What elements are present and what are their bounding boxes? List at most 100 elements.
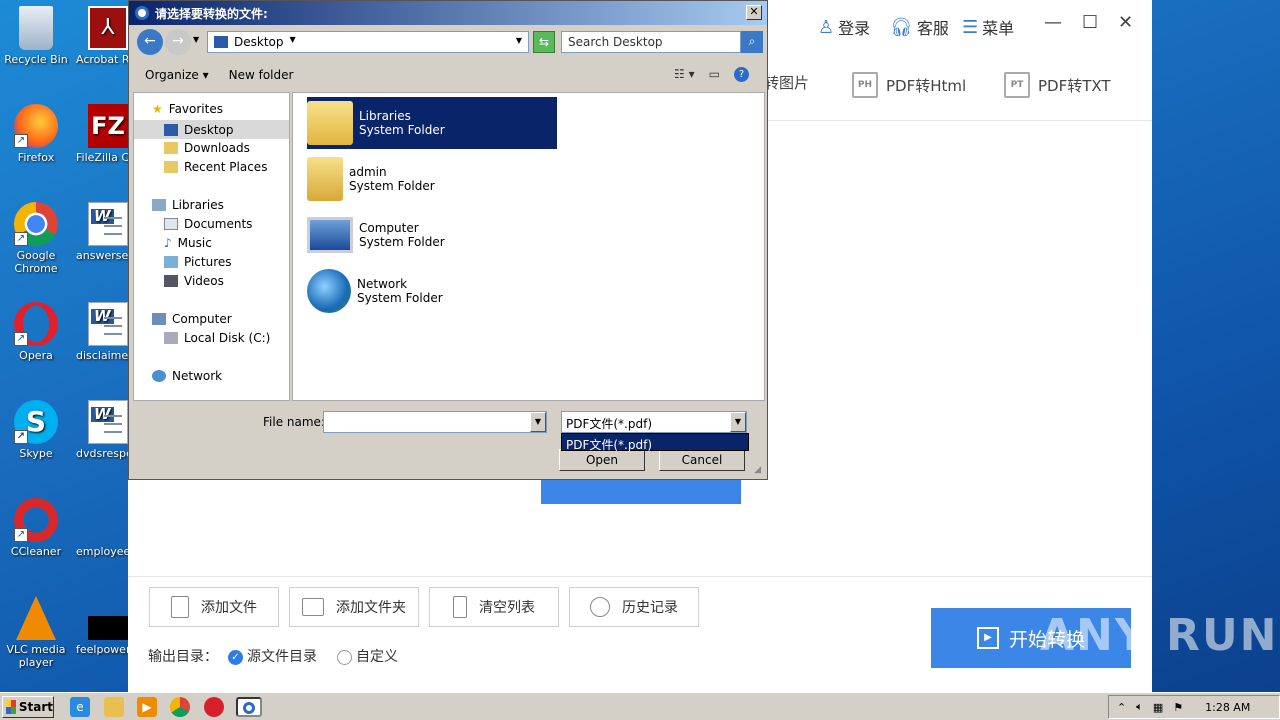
desktop-icon-feelpower[interactable]: feelpower	[76, 592, 136, 656]
tool-to-image[interactable]: 转图片	[764, 72, 809, 93]
desktop-icon-recycle-bin[interactable]: Recycle Bin	[0, 2, 72, 66]
nav-downloads[interactable]: Downloads	[164, 141, 250, 155]
breadcrumb-arrow-icon: ▼	[289, 35, 296, 44]
output-label: 输出目录：	[148, 649, 218, 665]
help-icon[interactable]: ?	[734, 67, 749, 82]
output-source-option[interactable]: ✓ 源文件目录	[228, 646, 317, 666]
desktop-icon-firefox[interactable]: ↗ Firefox	[0, 100, 72, 164]
nav-favorites[interactable]: ★ Favorites	[152, 102, 223, 116]
desktop-icon-label: Acrobat Reader DC	[76, 53, 136, 66]
file-type-dropdown-icon[interactable]: ▼	[730, 412, 746, 432]
clock[interactable]: 1:28 AM	[1205, 701, 1250, 714]
desktop-icon-chrome[interactable]: ↗ Google Chrome	[0, 198, 72, 275]
close-button[interactable]: ✕	[1118, 12, 1133, 33]
tool-pdf-to-html[interactable]: PH PDF转Html	[852, 72, 966, 98]
converter-taskbar-icon[interactable]	[236, 697, 262, 717]
ie-icon[interactable]: e	[70, 697, 90, 717]
add-file-button[interactable]: 添加文件	[149, 587, 279, 627]
preview-pane-icon[interactable]: ▭	[709, 67, 720, 82]
service-button[interactable]: 🎧︎ 客服	[890, 15, 949, 39]
desktop-icon-skype[interactable]: S ↗ Skype	[0, 396, 72, 460]
address-bar[interactable]: Desktop ▼ ▼	[207, 31, 529, 53]
desktop-icon-filezilla[interactable]: FZ FileZilla Client	[76, 100, 136, 164]
chrome-icon: ↗	[14, 202, 58, 246]
desktop-icon-employeep[interactable]: employeep	[76, 494, 136, 558]
address-dropdown-icon[interactable]: ▼	[516, 36, 522, 45]
desktop-icon-answerse[interactable]: W answerse	[76, 198, 136, 262]
login-button[interactable]: ♙ 登录	[818, 15, 870, 39]
start-button[interactable]: Start	[2, 696, 54, 718]
file-name-input[interactable]: ▼	[323, 411, 547, 433]
explorer-icon[interactable]	[104, 697, 124, 717]
forward-button[interactable]: →	[165, 29, 191, 55]
nav-libraries[interactable]: Libraries	[152, 198, 224, 212]
file-item-type: System Folder	[357, 291, 443, 305]
nav-computer[interactable]: Computer	[152, 312, 232, 326]
computer-icon	[152, 313, 166, 325]
menu-button[interactable]: ☰ 菜单	[962, 15, 1014, 39]
new-folder-button[interactable]: New folder	[229, 68, 294, 82]
tray-expand-icon[interactable]: ⌃	[1117, 701, 1126, 714]
system-tray: ⌃ 🔈︎ ▦ ⚑ 1:28 AM	[1108, 695, 1280, 719]
pictures-icon	[164, 256, 178, 268]
desktop-icon-acrobat[interactable]: ⅄ Acrobat Reader DC	[76, 2, 136, 66]
file-item-name: Network	[357, 277, 408, 291]
nav-desktop[interactable]: Desktop	[134, 120, 289, 139]
file-item-admin[interactable]: admin System Folder	[307, 153, 557, 205]
nav-recent-places[interactable]: Recent Places	[164, 160, 267, 174]
txt-doc-icon: PT	[1004, 72, 1030, 98]
file-item-libraries[interactable]: Libraries System Folder	[307, 97, 557, 149]
file-item-network[interactable]: Network System Folder	[307, 265, 557, 317]
search-input[interactable]: Search Desktop	[561, 31, 741, 53]
back-button[interactable]: ←	[137, 29, 163, 55]
desktop-icon-disclaimer[interactable]: W disclaimer	[76, 298, 136, 362]
chrome-taskbar-icon[interactable]	[170, 697, 190, 717]
media-player-icon[interactable]: ▶	[137, 697, 157, 717]
file-type-select[interactable]: PDF文件(*.pdf) ▼	[561, 411, 747, 433]
nav-label: Computer	[172, 312, 232, 326]
firefox-icon: ↗	[14, 104, 58, 148]
play-icon: ▶	[976, 627, 999, 649]
nav-videos[interactable]: Videos	[164, 274, 224, 288]
refresh-button[interactable]: ⇆	[533, 31, 555, 53]
tool-pdf-to-txt[interactable]: PT PDF转TXT	[1004, 72, 1111, 98]
user-icon: ♙	[818, 16, 835, 38]
minimize-button[interactable]: —	[1044, 12, 1062, 33]
maximize-button[interactable]: ☐	[1082, 12, 1098, 33]
flag-icon[interactable]: ⚑	[1173, 701, 1183, 714]
nav-pictures[interactable]: Pictures	[164, 255, 232, 269]
desktop-icon-opera[interactable]: ↗ Opera	[0, 298, 72, 362]
nav-music[interactable]: ♪ Music	[164, 236, 212, 250]
resize-grip-icon[interactable]: ◢	[754, 465, 761, 475]
dialog-close-button[interactable]: ✕	[746, 5, 762, 20]
desktop-icon	[214, 36, 228, 48]
cancel-button[interactable]: Cancel	[659, 449, 745, 471]
file-name-dropdown-icon[interactable]: ▼	[530, 412, 546, 432]
add-folder-icon	[302, 598, 324, 616]
file-item-name: Libraries	[359, 109, 411, 123]
file-type-option[interactable]: PDF文件(*.pdf)	[561, 433, 749, 452]
search-icon[interactable]: ⌕	[741, 31, 763, 53]
nav-local-disk[interactable]: Local Disk (C:)	[164, 331, 270, 345]
change-view-icon[interactable]: ☷ ▾	[674, 67, 695, 82]
volume-icon[interactable]: 🔈︎	[1136, 700, 1143, 714]
recent-places-icon	[164, 161, 178, 173]
opera-taskbar-icon[interactable]	[204, 697, 224, 717]
history-dropdown-icon[interactable]: ▼	[193, 35, 199, 44]
network-tray-icon[interactable]: ▦	[1153, 701, 1163, 714]
nav-documents[interactable]: Documents	[164, 217, 252, 231]
output-custom-option[interactable]: 自定义	[337, 646, 398, 666]
file-item-computer[interactable]: Computer System Folder	[307, 209, 557, 261]
desktop-icon-vlc[interactable]: VLC media player	[0, 592, 72, 669]
desktop-icon-label: disclaimer	[76, 349, 133, 362]
add-folder-button[interactable]: 添加文件夹	[289, 587, 419, 627]
nav-network[interactable]: Network	[152, 369, 222, 383]
clear-list-button[interactable]: 清空列表	[429, 587, 559, 627]
desktop-icon-ccleaner[interactable]: ↗ CCleaner	[0, 494, 72, 558]
history-button[interactable]: 历史记录	[569, 587, 699, 627]
dialog-bottom: File name: ▼ PDF文件(*.pdf) ▼ Open Cancel …	[133, 403, 763, 477]
desktop-icon-dvdsrespe[interactable]: W dvdsrespe	[76, 396, 136, 460]
trash-icon	[453, 596, 467, 618]
computer-icon	[307, 217, 353, 253]
organize-button[interactable]: Organize ▾	[145, 68, 209, 82]
